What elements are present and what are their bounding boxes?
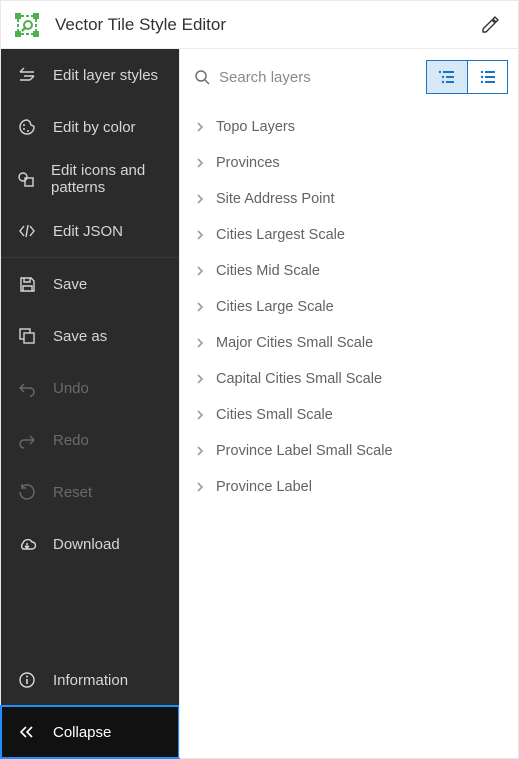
layer-label: Cities Largest Scale <box>216 227 345 243</box>
sidebar-item-label: Download <box>53 536 120 553</box>
sidebar-item-collapse[interactable]: Collapse <box>1 706 179 758</box>
sidebar-item-label: Information <box>53 672 128 689</box>
sidebar-item-label: Collapse <box>53 724 111 741</box>
layer-row[interactable]: Cities Large Scale <box>188 289 518 325</box>
layer-label: Topo Layers <box>216 119 295 135</box>
chevron-right-icon <box>194 265 206 277</box>
chevron-right-icon <box>194 301 206 313</box>
layer-row[interactable]: Province Label Small Scale <box>188 433 518 469</box>
search-input[interactable] <box>219 69 418 86</box>
chevron-right-icon <box>194 337 206 349</box>
chevron-right-icon <box>194 481 206 493</box>
redo-icon <box>17 431 37 449</box>
code-icon <box>17 222 37 240</box>
view-list-categorized-button[interactable] <box>427 61 467 93</box>
sidebar-item-redo: Redo <box>1 414 179 466</box>
sidebar-item-label: Edit icons and patterns <box>51 162 163 196</box>
layer-label: Cities Mid Scale <box>216 263 320 279</box>
layer-row[interactable]: Cities Small Scale <box>188 397 518 433</box>
app-title: Vector Tile Style Editor <box>55 15 226 35</box>
sidebar-item-undo: Undo <box>1 362 179 414</box>
chevron-right-icon <box>194 409 206 421</box>
layer-label: Province Label Small Scale <box>216 443 393 459</box>
panel-toolbar <box>180 49 518 105</box>
save-icon <box>17 275 37 293</box>
view-list-flat-button[interactable] <box>467 61 507 93</box>
chevron-right-icon <box>194 157 206 169</box>
pencil-icon <box>481 16 499 34</box>
layer-label: Cities Small Scale <box>216 407 333 423</box>
layers-icon <box>17 66 37 84</box>
sidebar: Edit layer styles Edit by color Edit ico… <box>1 49 179 758</box>
layer-label: Cities Large Scale <box>216 299 334 315</box>
chevron-right-icon <box>194 229 206 241</box>
layer-label: Site Address Point <box>216 191 335 207</box>
sidebar-item-label: Redo <box>53 432 89 449</box>
reset-icon <box>17 483 37 501</box>
chevron-right-icon <box>194 373 206 385</box>
sidebar-item-edit-by-color[interactable]: Edit by color <box>1 101 179 153</box>
sidebar-item-reset: Reset <box>1 466 179 518</box>
info-icon <box>17 671 37 689</box>
chevron-right-icon <box>194 445 206 457</box>
layer-label: Major Cities Small Scale <box>216 335 373 351</box>
app-header: Vector Tile Style Editor <box>1 1 518 49</box>
chevron-right-icon <box>194 193 206 205</box>
layer-row[interactable]: Capital Cities Small Scale <box>188 361 518 397</box>
sidebar-item-label: Save <box>53 276 87 293</box>
sidebar-item-label: Save as <box>53 328 107 345</box>
layer-label: Province Label <box>216 479 312 495</box>
view-toggle <box>426 60 508 94</box>
sidebar-item-label: Undo <box>53 380 89 397</box>
sidebar-item-label: Edit JSON <box>53 223 123 240</box>
undo-icon <box>17 379 37 397</box>
download-icon <box>17 535 37 553</box>
chevron-right-icon <box>194 121 206 133</box>
layer-list: Topo Layers Provinces Site Address Point… <box>180 105 518 505</box>
layer-row[interactable]: Cities Largest Scale <box>188 217 518 253</box>
search-icon <box>194 69 211 86</box>
layer-label: Capital Cities Small Scale <box>216 371 382 387</box>
sidebar-item-label: Edit layer styles <box>53 67 158 84</box>
palette-icon <box>17 118 37 136</box>
save-as-icon <box>17 327 37 345</box>
list-indent-icon <box>438 69 456 85</box>
search-wrap <box>194 69 418 86</box>
sidebar-item-edit-json[interactable]: Edit JSON <box>1 205 179 257</box>
sidebar-item-information[interactable]: Information <box>1 654 179 706</box>
layer-row[interactable]: Province Label <box>188 469 518 505</box>
layer-row[interactable]: Provinces <box>188 145 518 181</box>
layer-row[interactable]: Site Address Point <box>188 181 518 217</box>
sidebar-item-save[interactable]: Save <box>1 258 179 310</box>
layers-panel: Topo Layers Provinces Site Address Point… <box>179 49 518 758</box>
collapse-icon <box>17 723 37 741</box>
sidebar-item-label: Reset <box>53 484 92 501</box>
layer-row[interactable]: Cities Mid Scale <box>188 253 518 289</box>
sidebar-item-save-as[interactable]: Save as <box>1 310 179 362</box>
sidebar-item-edit-icons-patterns[interactable]: Edit icons and patterns <box>1 153 179 205</box>
list-icon <box>479 69 497 85</box>
layer-row[interactable]: Major Cities Small Scale <box>188 325 518 361</box>
app-logo-icon <box>13 11 41 39</box>
sidebar-item-edit-layer-styles[interactable]: Edit layer styles <box>1 49 179 101</box>
layer-row[interactable]: Topo Layers <box>188 109 518 145</box>
sidebar-item-download[interactable]: Download <box>1 518 179 570</box>
edit-title-button[interactable] <box>474 9 506 41</box>
sidebar-item-label: Edit by color <box>53 119 136 136</box>
layer-label: Provinces <box>216 155 280 171</box>
shapes-icon <box>17 170 35 188</box>
